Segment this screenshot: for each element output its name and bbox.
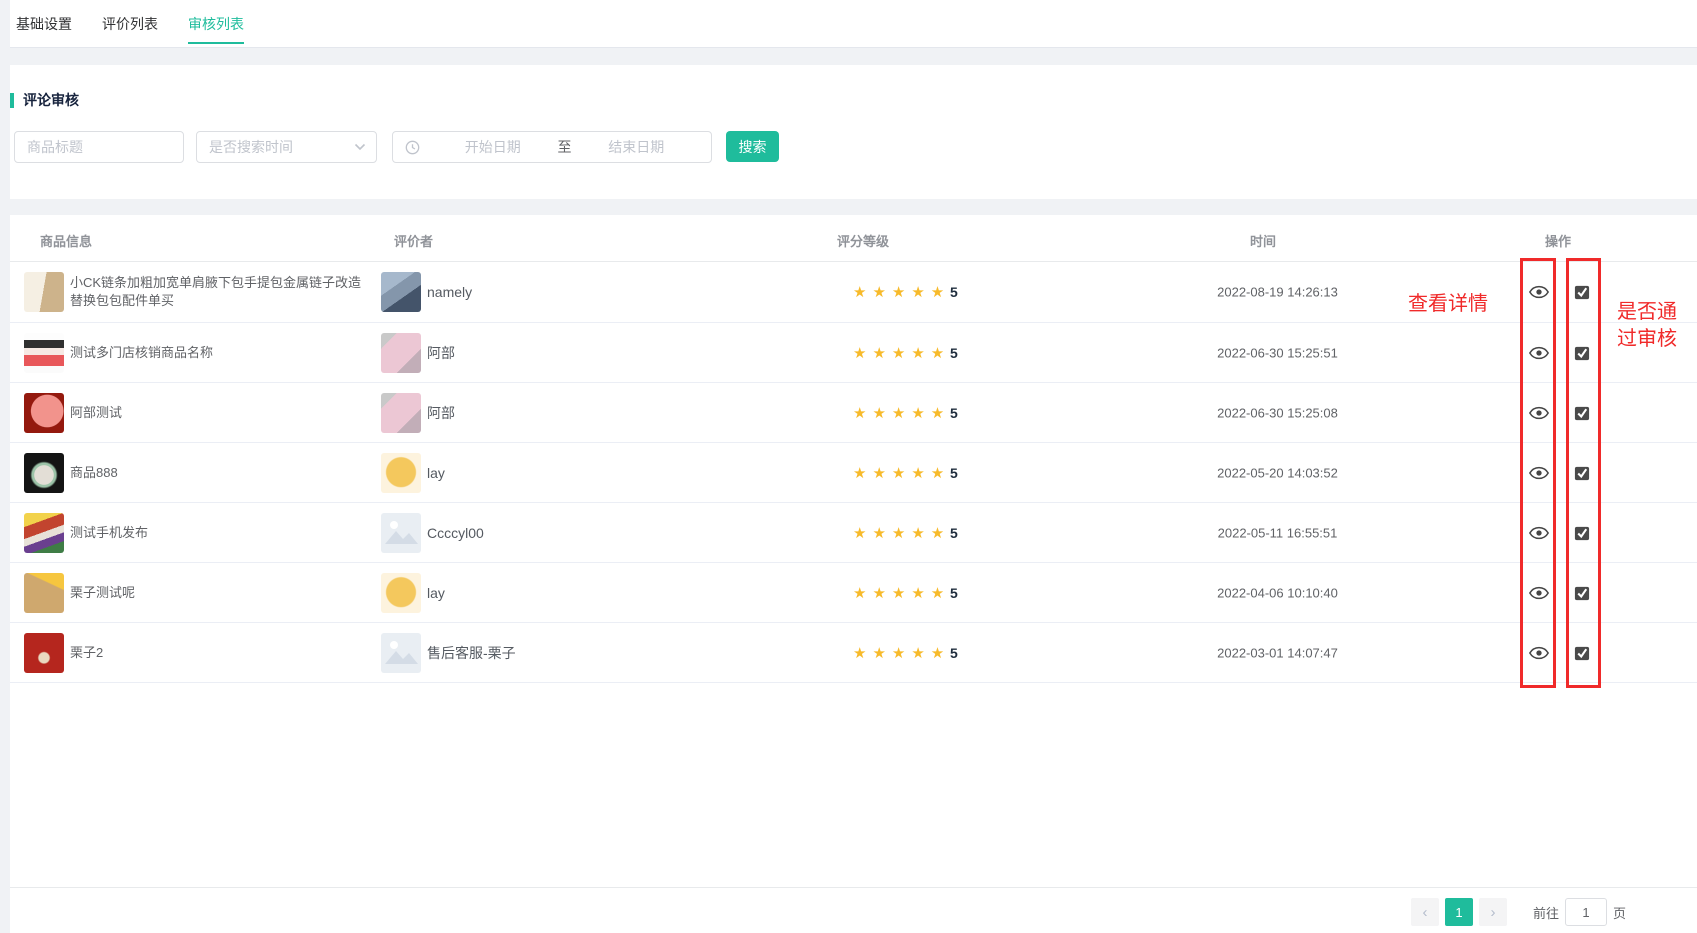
select-placeholder: 是否搜索时间 — [209, 137, 354, 157]
tab-audit-list[interactable]: 审核列表 — [188, 0, 244, 47]
review-time: 2022-06-30 15:25:51 — [1160, 345, 1395, 360]
rating-value: 5 — [950, 585, 958, 601]
product-title: 阿部测试 — [70, 404, 366, 422]
date-range-picker[interactable]: 开始日期 至 结束日期 — [392, 131, 712, 163]
review-time: 2022-04-06 10:10:40 — [1160, 585, 1395, 600]
table-row: 阿部测试 阿部 ★★★★★ 5 2022-06-30 15:25:08 — [10, 383, 1697, 443]
tab-label: 审核列表 — [188, 14, 244, 34]
product-title: 测试多门店核销商品名称 — [70, 344, 366, 362]
table-row: 栗子2 售后客服-栗子 ★★★★★ 5 2022-03-01 14:07:47 — [10, 623, 1697, 683]
active-tab-underline — [188, 42, 244, 44]
reviewer-avatar-placeholder — [381, 633, 421, 673]
product-image — [24, 633, 64, 673]
image-placeholder-icon — [381, 633, 421, 673]
reviewer-name: namely — [427, 284, 472, 300]
product-title-input[interactable] — [14, 131, 184, 163]
chevron-down-icon — [354, 143, 366, 151]
pagination-next-button[interactable]: › — [1479, 898, 1507, 926]
footer-divider — [10, 887, 1697, 888]
image-placeholder-icon — [381, 513, 421, 553]
rating-value: 5 — [950, 284, 958, 300]
annotation-box-approve-column — [1566, 258, 1601, 688]
annotation-box-view-detail-column — [1520, 258, 1556, 688]
product-title: 小CK链条加粗加宽单肩腋下包手提包金属链子改造替换包包配件单买 — [70, 274, 366, 310]
tab-evaluation-list[interactable]: 评价列表 — [102, 0, 158, 47]
search-button[interactable]: 搜索 — [726, 131, 779, 162]
rating-value: 5 — [950, 405, 958, 421]
star-rating-icons: ★★★★★ — [853, 464, 950, 482]
product-image — [24, 393, 64, 433]
star-rating-icons: ★★★★★ — [853, 404, 950, 422]
review-time: 2022-05-20 14:03:52 — [1160, 465, 1395, 480]
annotation-approve-label: 是否通 过审核 — [1617, 299, 1677, 353]
product-image — [24, 333, 64, 373]
product-image — [24, 513, 64, 553]
col-reviewer: 评价者 — [394, 231, 433, 250]
page-jump-input[interactable] — [1565, 898, 1607, 926]
start-date-placeholder[interactable]: 开始日期 — [428, 137, 558, 157]
tab-bar: 基础设置 评价列表 审核列表 — [10, 0, 1697, 48]
pagination-jumper: 前往 页 — [1527, 898, 1632, 926]
star-rating-icons: ★★★★★ — [853, 524, 950, 542]
rating-value: 5 — [950, 645, 958, 661]
annotation-view-detail-label: 查看详情 — [1408, 291, 1488, 318]
reviewer-name: lay — [427, 585, 445, 601]
reviewer-avatar — [381, 333, 421, 373]
review-time: 2022-06-30 15:25:08 — [1160, 405, 1395, 420]
col-action: 操作 — [1545, 231, 1571, 250]
jumper-suffix-label: 页 — [1613, 903, 1626, 922]
product-title: 商品888 — [70, 464, 366, 482]
reviewer-avatar — [381, 573, 421, 613]
reviewer-name: Ccccyl00 — [427, 525, 484, 541]
table-row: 商品888 lay ★★★★★ 5 2022-05-20 14:03:52 — [10, 443, 1697, 503]
review-time: 2022-03-01 14:07:47 — [1160, 645, 1395, 660]
tab-basic-settings[interactable]: 基础设置 — [16, 0, 72, 47]
reviewer-name: lay — [427, 465, 445, 481]
pagination-page-1-button[interactable]: 1 — [1445, 898, 1473, 926]
col-product-info: 商品信息 — [40, 231, 92, 250]
tab-label: 基础设置 — [16, 14, 72, 34]
reviewer-avatar — [381, 393, 421, 433]
comment-review-filter-section: 评论审核 是否搜索时间 开始日期 至 结束日期 搜索 — [10, 65, 1697, 199]
reviewer-avatar — [381, 453, 421, 493]
product-image — [24, 573, 64, 613]
product-title: 测试手机发布 — [70, 524, 366, 542]
end-date-placeholder[interactable]: 结束日期 — [572, 137, 702, 157]
reviewer-avatar-placeholder — [381, 513, 421, 553]
table-row: 测试多门店核销商品名称 阿部 ★★★★★ 5 2022-06-30 15:25:… — [10, 323, 1697, 383]
product-title: 栗子测试呢 — [70, 584, 366, 602]
review-time: 2022-08-19 14:26:13 — [1160, 285, 1395, 300]
product-image — [24, 272, 64, 312]
star-rating-icons: ★★★★★ — [853, 283, 950, 301]
reviewer-avatar — [381, 272, 421, 312]
product-image — [24, 453, 64, 493]
reviewer-name: 售后客服-栗子 — [427, 643, 516, 663]
rating-value: 5 — [950, 345, 958, 361]
star-rating-icons: ★★★★★ — [853, 344, 950, 362]
rating-value: 5 — [950, 525, 958, 541]
star-rating-icons: ★★★★★ — [853, 584, 950, 602]
jumper-prefix-label: 前往 — [1533, 903, 1559, 922]
annotation-approve-line2: 过审核 — [1617, 326, 1677, 353]
table-row: 栗子测试呢 lay ★★★★★ 5 2022-04-06 10:10:40 — [10, 563, 1697, 623]
reviewer-name: 阿部 — [427, 343, 455, 363]
section-title: 评论审核 — [10, 93, 79, 108]
clock-icon — [405, 140, 420, 155]
rating-value: 5 — [950, 465, 958, 481]
pagination-prev-button[interactable]: ‹ — [1411, 898, 1439, 926]
col-time: 时间 — [1250, 231, 1276, 250]
pagination: ‹ 1 › 前往 页 — [1411, 898, 1632, 926]
annotation-approve-line1: 是否通 — [1617, 299, 1677, 326]
product-title: 栗子2 — [70, 644, 366, 662]
tab-label: 评价列表 — [102, 14, 158, 34]
date-separator: 至 — [558, 137, 572, 157]
table-header: 商品信息 评价者 评分等级 时间 操作 — [10, 215, 1697, 262]
reviewer-name: 阿部 — [427, 403, 455, 423]
time-search-select[interactable]: 是否搜索时间 — [196, 131, 377, 163]
audit-table: 商品信息 评价者 评分等级 时间 操作 小CK链条加粗加宽单肩腋下包手提包金属链… — [10, 215, 1697, 933]
table-row: 测试手机发布 Ccccyl00 ★★★★★ 5 2022-05-11 16:55… — [10, 503, 1697, 563]
col-rating: 评分等级 — [837, 231, 889, 250]
star-rating-icons: ★★★★★ — [853, 644, 950, 662]
review-time: 2022-05-11 16:55:51 — [1160, 525, 1395, 540]
